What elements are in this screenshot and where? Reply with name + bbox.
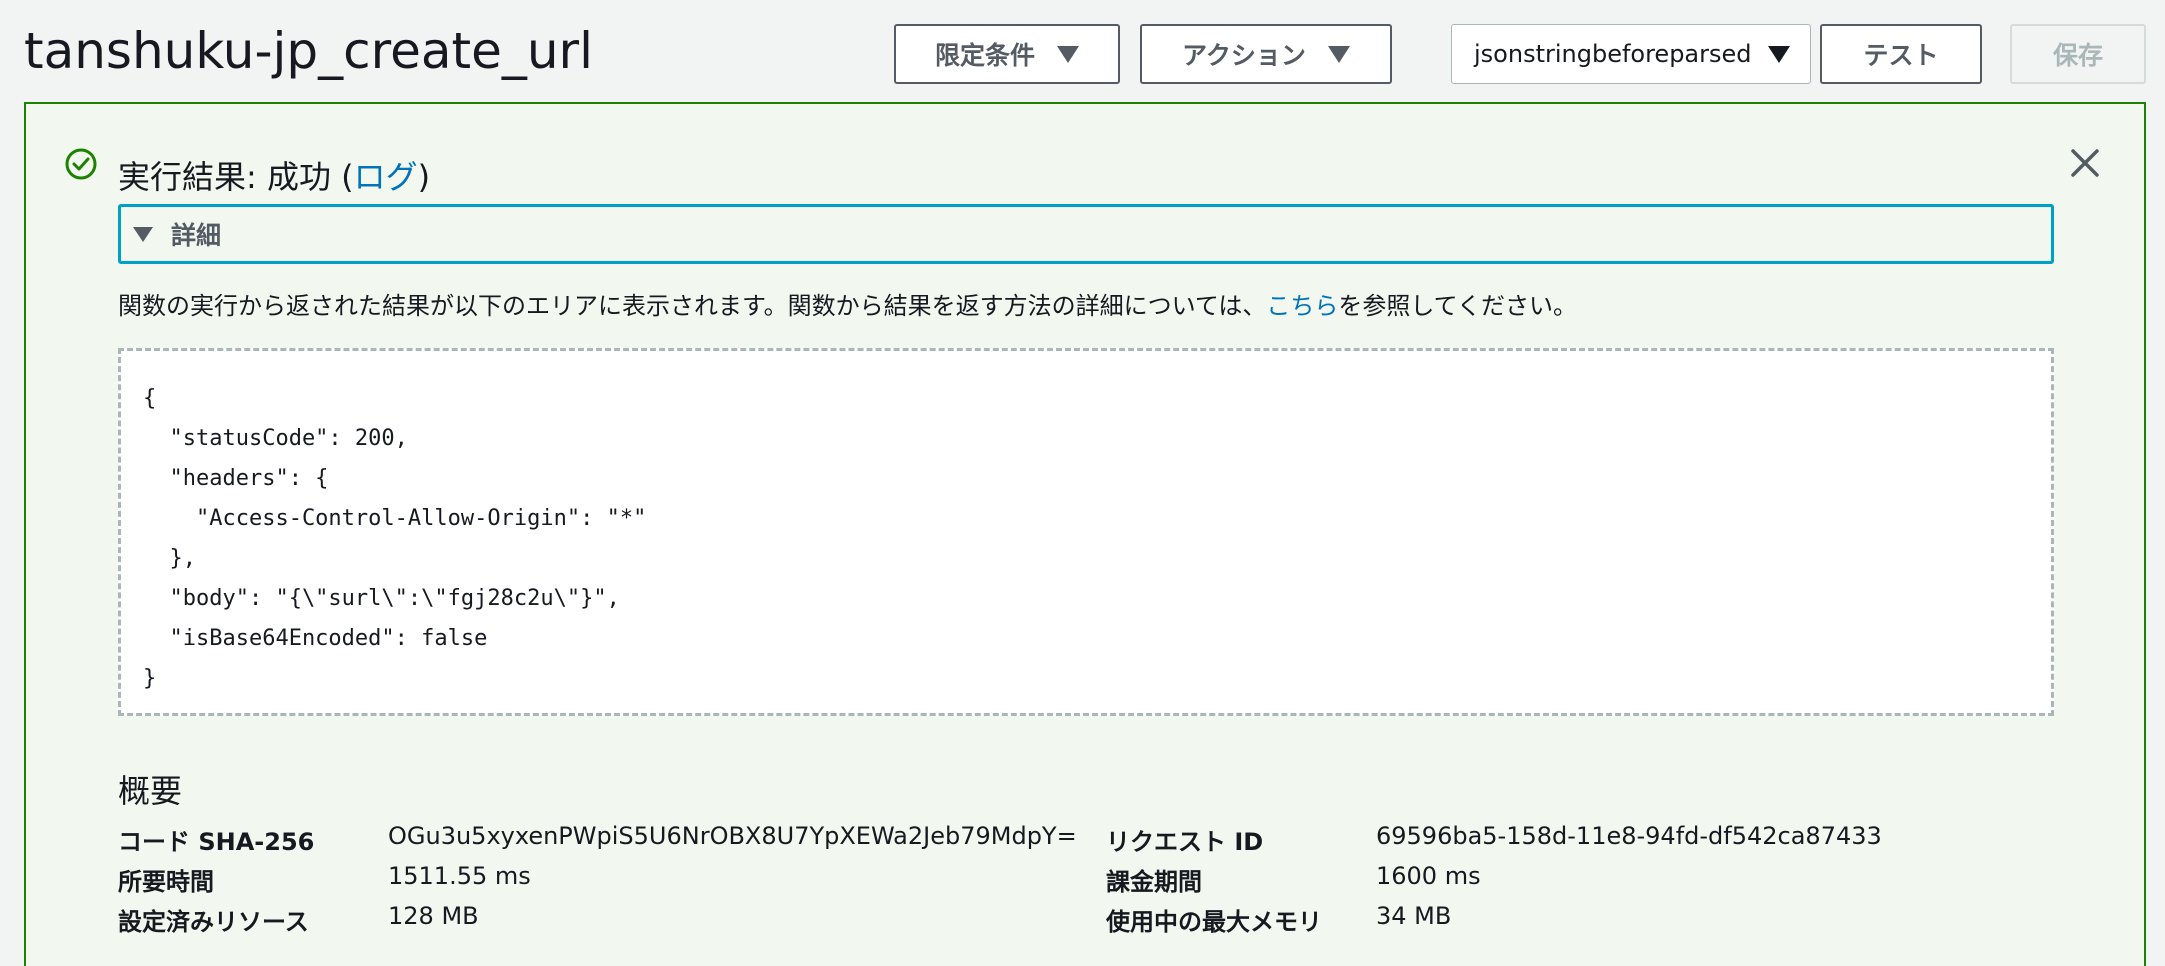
caret-down-icon xyxy=(1327,45,1350,63)
request-id-value: 69596ba5-158d-11e8-94fd-df542ca87433 xyxy=(1376,822,1882,850)
billed-duration-label: 課金期間 xyxy=(1106,868,1202,896)
test-button[interactable]: テスト xyxy=(1820,24,1982,84)
test-event-select[interactable]: jsonstringbeforeparsed xyxy=(1451,24,1811,84)
resources-value: 128 MB xyxy=(388,902,479,930)
docs-link[interactable]: こちら xyxy=(1266,292,1338,320)
close-icon[interactable] xyxy=(2068,146,2102,180)
max-memory-value: 34 MB xyxy=(1376,902,1452,930)
execution-output: { "statusCode": 200, "headers": { "Acces… xyxy=(143,386,647,691)
execution-output-box: { "statusCode": 200, "headers": { "Acces… xyxy=(118,348,2054,716)
log-link[interactable]: ログ xyxy=(354,158,418,196)
resources-label: 設定済みリソース xyxy=(118,908,309,936)
result-description: 関数の実行から返された結果が以下のエリアに表示されます。関数から結果を返す方法の… xyxy=(118,286,1577,321)
description-text-after: を参照してください。 xyxy=(1338,292,1577,320)
description-text-before: 関数の実行から返された結果が以下のエリアに表示されます。関数から結果を返す方法の… xyxy=(118,292,1267,320)
code-sha-value: OGu3u5xyxenPWpiS5U6NrOBX8U7YpXEWa2Jeb79M… xyxy=(388,822,1077,850)
caret-down-icon xyxy=(1768,45,1790,63)
actions-label: アクション xyxy=(1182,41,1306,70)
result-heading-suffix: ) xyxy=(417,158,431,196)
expand-triangle-icon xyxy=(133,226,153,242)
duration-label: 所要時間 xyxy=(118,868,214,896)
qualifier-button[interactable]: 限定条件 xyxy=(894,24,1120,84)
function-name-title: tanshuku-jp_create_url xyxy=(24,22,593,80)
result-heading: 実行結果: 成功 (ログ) xyxy=(118,152,430,198)
save-button[interactable]: 保存 xyxy=(2010,24,2146,84)
qualifier-label: 限定条件 xyxy=(934,41,1035,70)
duration-value: 1511.55 ms xyxy=(388,862,531,890)
billed-duration-value: 1600 ms xyxy=(1376,862,1481,890)
details-expander[interactable]: 詳細 xyxy=(118,204,2054,264)
result-heading-prefix: 実行結果: 成功 ( xyxy=(118,158,354,196)
code-sha-label: コード SHA-256 xyxy=(118,828,315,856)
summary-title: 概要 xyxy=(118,772,183,810)
actions-button[interactable]: アクション xyxy=(1140,24,1392,84)
page-header: tanshuku-jp_create_url 限定条件 アクション jsonst… xyxy=(0,0,2165,102)
request-id-label: リクエスト ID xyxy=(1106,828,1264,856)
check-circle-icon xyxy=(65,148,97,180)
max-memory-label: 使用中の最大メモリ xyxy=(1106,908,1322,936)
caret-down-icon xyxy=(1057,45,1079,63)
details-label: 詳細 xyxy=(171,221,222,250)
test-event-selected: jsonstringbeforeparsed xyxy=(1474,40,1752,68)
